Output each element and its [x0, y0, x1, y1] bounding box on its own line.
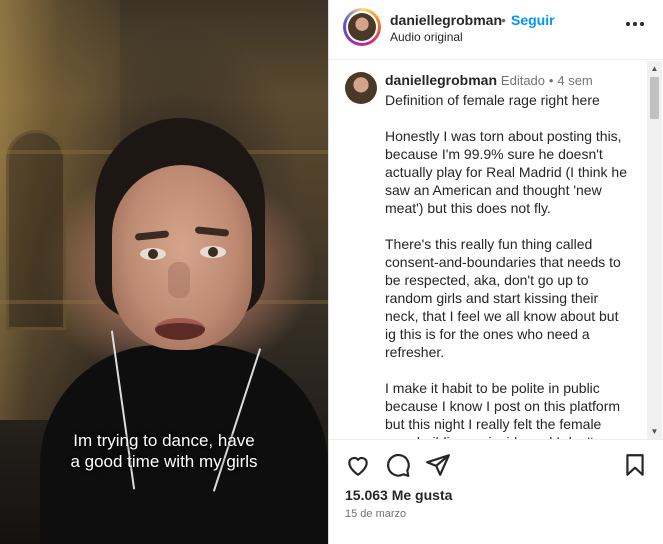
more-options-icon[interactable] [625, 14, 645, 34]
comment-icon[interactable] [385, 452, 411, 478]
caption-line: Honestly I was torn about posting this, [385, 128, 622, 144]
caption-line: ig this is for the ones who need a [385, 326, 590, 342]
caption-line: I make it habit to be polite in public [385, 380, 600, 396]
audio-link[interactable]: Audio original [390, 30, 463, 44]
post-header: daniellegrobman • Seguir Audio original [329, 0, 663, 60]
edited-label: Editado [500, 73, 546, 88]
caption-line: because I'm 99.9% sure he doesn't [385, 146, 603, 162]
caption-line: saw an American and thought 'new [385, 182, 602, 198]
caption-paragraph: I make it habit to be polite in public be… [385, 379, 633, 439]
caption-author-username[interactable]: daniellegrobman [385, 72, 497, 88]
separator-dot: • [501, 12, 506, 28]
caption-author-avatar[interactable] [345, 72, 377, 104]
right-eye [200, 246, 226, 258]
post-panel: daniellegrobman • Seguir Audio original … [328, 0, 663, 544]
bookmark-icon[interactable] [622, 452, 648, 478]
scrollbar-thumb[interactable] [650, 77, 659, 119]
heart-icon[interactable] [345, 452, 371, 478]
send-icon[interactable] [425, 452, 451, 478]
scroll-up-arrow-icon[interactable]: ▲ [647, 61, 662, 76]
caption-line: meat') but this does not fly. [385, 200, 551, 216]
caption-line: actually play for Real Madrid (I think h… [385, 164, 627, 180]
caption-line: consent-and-boundaries that needs to [385, 254, 621, 270]
caption-time[interactable]: 4 sem [557, 73, 592, 88]
caption-paragraph: Honestly I was torn about posting this, b… [385, 127, 633, 217]
author-username[interactable]: daniellegrobman [390, 12, 502, 28]
person-nose [168, 262, 190, 298]
caption-line: but this night I really felt the female [385, 416, 602, 432]
caption-line: There's this really fun thing called [385, 236, 593, 252]
likes-count[interactable]: 15.063 Me gusta [345, 487, 452, 503]
caption-paragraph: There's this really fun thing called cons… [385, 235, 633, 361]
caption-line: neck, that I feel we all know about but [385, 308, 619, 324]
follow-button[interactable]: Seguir [511, 12, 555, 28]
caption-line: random girls and start kissing their [385, 290, 599, 306]
caption-line: be respected, aka, don't go up to [385, 272, 589, 288]
subtitle-line-2: a good time with my girls [70, 452, 258, 471]
caption-text: Definition of female rage right here Hone… [385, 91, 633, 439]
caption-line: refresher. [385, 344, 445, 360]
caption-section[interactable]: daniellegrobman Editado • 4 sem Definiti… [329, 61, 663, 439]
video-subtitle: Im trying to dance, have a good time wit… [0, 430, 328, 472]
post-date[interactable]: 15 de marzo [345, 508, 406, 520]
separator-dot: • [548, 73, 554, 88]
scroll-down-arrow-icon[interactable]: ▼ [647, 424, 662, 439]
caption-meta: daniellegrobman Editado • 4 sem [385, 72, 593, 88]
caption-paragraph: Definition of female rage right here [385, 91, 633, 109]
person-mouth [155, 318, 205, 340]
author-avatar[interactable] [343, 8, 381, 46]
reel-video[interactable]: Im trying to dance, have a good time wit… [0, 0, 328, 544]
caption-line: Definition of female rage right here [385, 92, 600, 108]
scrollbar[interactable]: ▲ ▼ [647, 61, 662, 439]
left-eye [140, 248, 166, 260]
caption-line: because I know I post on this platform [385, 398, 621, 414]
post-actions: 15.063 Me gusta 15 de marzo [329, 439, 663, 544]
subtitle-line-1: Im trying to dance, have [73, 431, 255, 450]
